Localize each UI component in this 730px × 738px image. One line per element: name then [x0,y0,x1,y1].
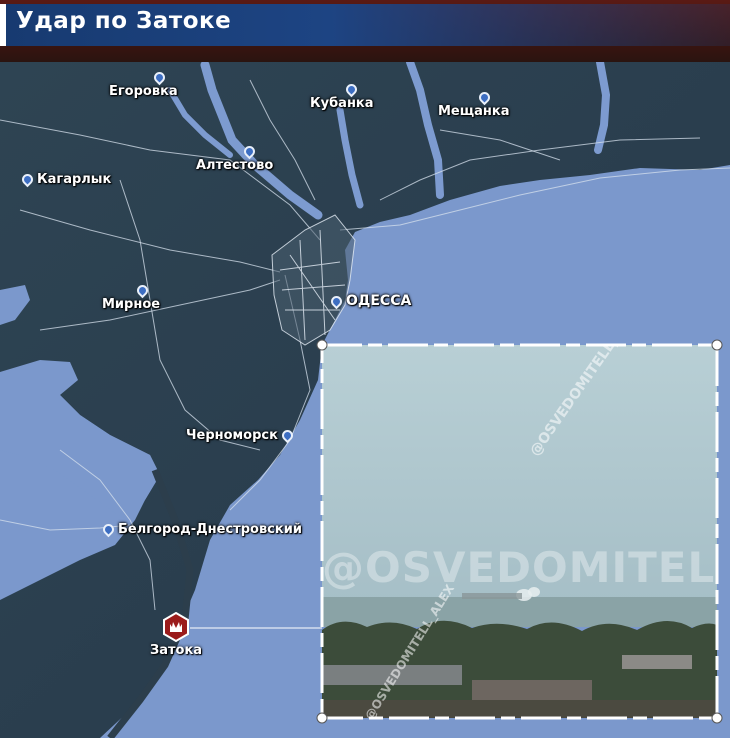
frame-corner-handle[interactable] [316,339,328,351]
location-pin-icon [279,427,296,444]
inset-frame [316,339,723,724]
place-label: Кубанка [310,96,374,111]
frame-corner-handle[interactable] [711,712,723,724]
place-kubanka[interactable]: Кубанка [310,81,374,111]
location-pin-icon [328,293,345,309]
place-label: Алтестово [196,158,274,173]
place-label: Белгород-Днестровский [118,522,302,537]
place-odessa[interactable]: ОДЕССА [328,293,412,309]
location-pin-icon [241,143,258,160]
place-kagarlyk[interactable]: Кагарлык [19,171,112,188]
place-label: Кагарлык [37,172,112,187]
place-label: Черноморск [186,428,278,443]
location-pin-icon [151,69,168,86]
location-pin-icon [134,282,150,299]
title-accent [0,4,6,46]
place-mirnoe[interactable]: Мирное [102,282,160,312]
strike-label: Затока [150,643,203,658]
place-label: ОДЕССА [346,293,412,309]
location-pin-icon [19,171,36,188]
place-label: Мирное [102,297,161,312]
place-altestovo[interactable]: Алтестово [196,143,273,173]
place-egorovka[interactable]: Егоровка [109,69,178,99]
location-pin-icon [476,89,493,106]
place-chornomorsk[interactable]: Черноморск [186,427,296,444]
place-label: Мещанка [438,104,510,119]
page-title: Удар по Затоке [16,8,232,34]
location-pin-icon [100,521,117,538]
map-stage: Удар по Затоке Егоровка Кубанка Мещанка … [0,0,730,738]
frame-corner-handle[interactable] [316,712,328,724]
place-bilhorod-dnistrovskyi[interactable]: Белгород-Днестровский [100,521,302,538]
place-label: Егоровка [109,84,178,99]
explosion-icon[interactable] [161,612,191,642]
place-meshchanka[interactable]: Мещанка [438,89,509,119]
location-pin-icon [343,81,360,98]
frame-corner-handle[interactable] [711,339,723,351]
